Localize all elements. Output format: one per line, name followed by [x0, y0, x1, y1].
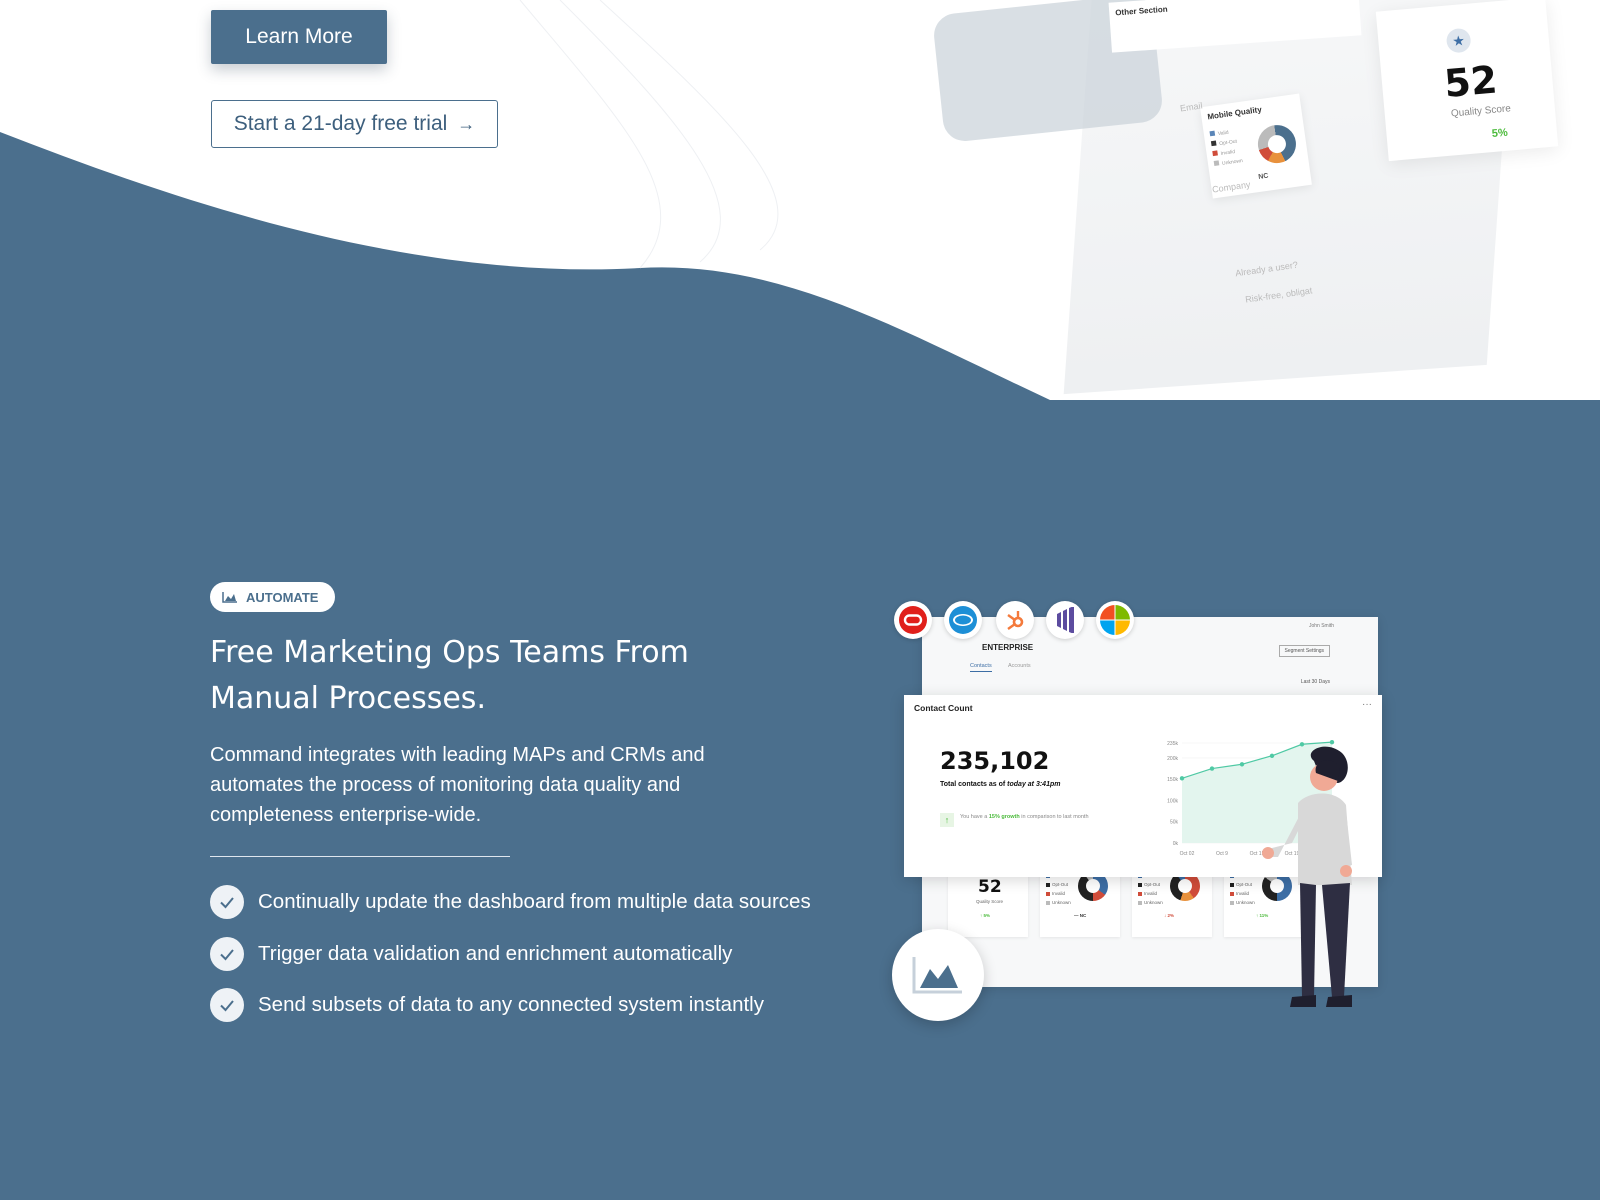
quality-score-label: Quality Score: [1450, 103, 1512, 120]
mobile-quality-card: Mobile Quality Valid Opt-Out Invalid Unk…: [1200, 93, 1312, 199]
area-chart-badge: [892, 929, 984, 1021]
chart-y-tick: 50k: [1170, 820, 1179, 826]
chart-point: [1179, 776, 1185, 781]
growth-note: You have a 15% growth in comparison to l…: [960, 814, 1089, 820]
feature-text: Trigger data validation and enrichment a…: [258, 942, 733, 965]
more-icon: ···: [1362, 699, 1372, 710]
check-icon: [210, 885, 244, 919]
dashboard-illustration: John Smith ENTERPRISE Contacts Accounts …: [892, 601, 1400, 1025]
chart-y-tick: 0k: [1173, 841, 1179, 847]
oracle-logo-icon: [894, 601, 932, 639]
chart-point: [1329, 739, 1335, 745]
chart-point: [1239, 762, 1245, 767]
start-trial-label: Start a 21-day free trial: [233, 112, 448, 135]
area-chart-icon: [912, 957, 962, 994]
contact-count-subtitle: Total contacts as of today at 3:41pm: [940, 781, 1061, 788]
hero-dashboard-mockup: Other Section Mobile Quality Valid Opt-O…: [930, 0, 1600, 400]
mobile-quality-title: Mobile Quality: [1206, 104, 1263, 122]
section-divider: [210, 856, 510, 857]
check-icon: [210, 988, 244, 1022]
area-chart-icon: [222, 592, 237, 603]
tab-contacts: Contacts: [970, 663, 992, 672]
automate-badge-label: AUTOMATE: [246, 589, 319, 605]
chart-y-tick: 200k: [1167, 756, 1178, 762]
feature-item: Trigger data validation and enrichment a…: [210, 937, 732, 971]
feature-text: Continually update the dashboard from mu…: [258, 890, 811, 913]
check-icon: [210, 937, 244, 971]
feature-item: Send subsets of data to any connected sy…: [210, 988, 764, 1022]
quality-score-change: 5%: [1491, 126, 1509, 141]
marketo-logo-icon: [1046, 601, 1084, 639]
arrow-up-icon: ↑: [940, 813, 954, 827]
learn-more-button[interactable]: Learn More: [211, 10, 387, 64]
section-heading: Free Marketing Ops Teams From Manual Pro…: [210, 635, 689, 716]
segment-settings-button: Segment Settings: [1278, 645, 1330, 657]
person-illustration: [1262, 746, 1352, 1007]
tab-accounts: Accounts: [1008, 663, 1031, 669]
salesforce-logo-icon: [944, 601, 982, 639]
enterprise-title: ENTERPRISE: [982, 643, 1034, 652]
chart-y-tick: 235k: [1167, 741, 1178, 747]
mini-quality-value: 52: [978, 877, 1002, 897]
microsoft-logo-icon: [1096, 601, 1134, 639]
feature-item: Continually update the dashboard from mu…: [210, 885, 811, 919]
section-description: Command integrates with leading MAPs and…: [210, 744, 705, 826]
mini-quality-change: ↑ 5%: [980, 913, 991, 918]
arrow-right-icon: →: [457, 113, 476, 134]
hubspot-logo-icon: [996, 601, 1034, 639]
chart-y-tick: 150k: [1167, 777, 1178, 783]
chart-point: [1209, 766, 1215, 771]
contact-count-title: Contact Count: [914, 703, 973, 713]
quality-score-value: 52: [1442, 57, 1499, 106]
star-icon: ★: [1445, 27, 1472, 54]
quality-score-card: ★ 52 Quality Score 5%: [1375, 0, 1559, 162]
user-name: John Smith: [1308, 623, 1334, 629]
contact-count-value: 235,102: [940, 747, 1050, 775]
mini-quality-label: Quality Score: [976, 899, 1004, 904]
date-range-select: Last 30 Days: [1300, 679, 1330, 685]
other-section-label: Other Section: [1114, 4, 1168, 18]
mini-mobile-change: — NC: [1074, 913, 1087, 918]
automate-badge: AUTOMATE: [210, 582, 335, 612]
start-trial-button[interactable]: Start a 21-day free trial →: [211, 100, 498, 148]
chart-y-tick: 100k: [1167, 798, 1178, 804]
mobile-quality-status: NC: [1257, 172, 1269, 181]
feature-text: Send subsets of data to any connected sy…: [258, 993, 764, 1016]
chart-x-tick: Oct 02: [1180, 851, 1195, 857]
mobile-quality-donut: [1255, 122, 1299, 166]
chart-x-tick: Oct 9: [1216, 851, 1228, 857]
mini-email-change: ↓ 2%: [1164, 913, 1175, 918]
